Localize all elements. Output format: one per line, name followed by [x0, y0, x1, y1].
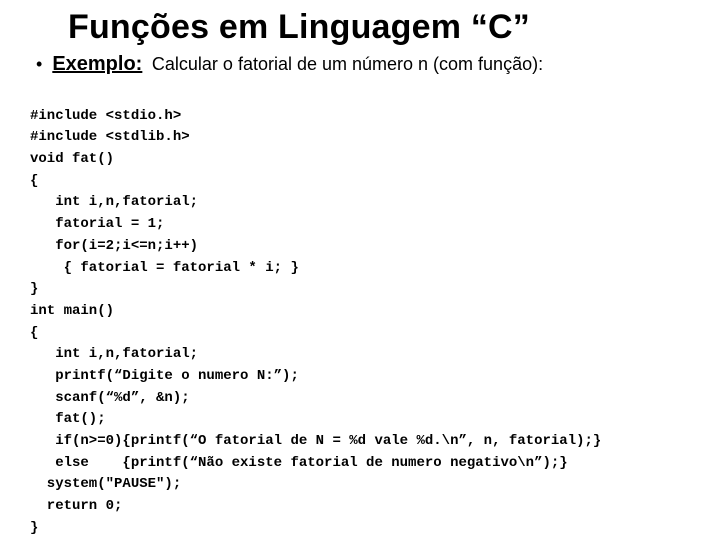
code-line: for(i=2;i<=n;i++): [30, 238, 198, 254]
code-line: int main(): [30, 303, 114, 319]
code-line: fatorial = 1;: [30, 216, 164, 232]
code-line: }: [30, 520, 38, 536]
code-line: {: [30, 325, 38, 341]
bullet-dot-icon: •: [36, 54, 42, 75]
code-line: { fatorial = fatorial * i; }: [30, 260, 299, 276]
code-line: scanf(“%d”, &n);: [30, 390, 190, 406]
example-bullet: • Exemplo: Calcular o fatorial de um núm…: [36, 53, 692, 76]
example-text: Calcular o fatorial de um número n (com …: [152, 54, 543, 74]
slide-title: Funções em Linguagem “C”: [68, 8, 692, 47]
code-line: printf(“Digite o numero N:”);: [30, 368, 299, 384]
code-line: #include <stdlib.h>: [30, 129, 190, 145]
example-label: Exemplo:: [52, 53, 142, 75]
code-line: if(n>=0){printf(“O fatorial de N = %d va…: [30, 433, 601, 449]
code-line: #include <stdio.h>: [30, 108, 181, 124]
code-line: fat();: [30, 411, 106, 427]
code-block: #include <stdio.h> #include <stdlib.h> v…: [30, 84, 692, 539]
code-line: else {printf(“Não existe fatorial de num…: [30, 455, 568, 471]
code-line: {: [30, 173, 38, 189]
code-line: return 0;: [30, 498, 122, 514]
slide: Funções em Linguagem “C” • Exemplo: Calc…: [0, 0, 720, 549]
code-line: int i,n,fatorial;: [30, 346, 198, 362]
code-line: }: [30, 281, 38, 297]
code-line: void fat(): [30, 151, 114, 167]
code-line: system("PAUSE");: [30, 476, 181, 492]
code-line: int i,n,fatorial;: [30, 194, 198, 210]
